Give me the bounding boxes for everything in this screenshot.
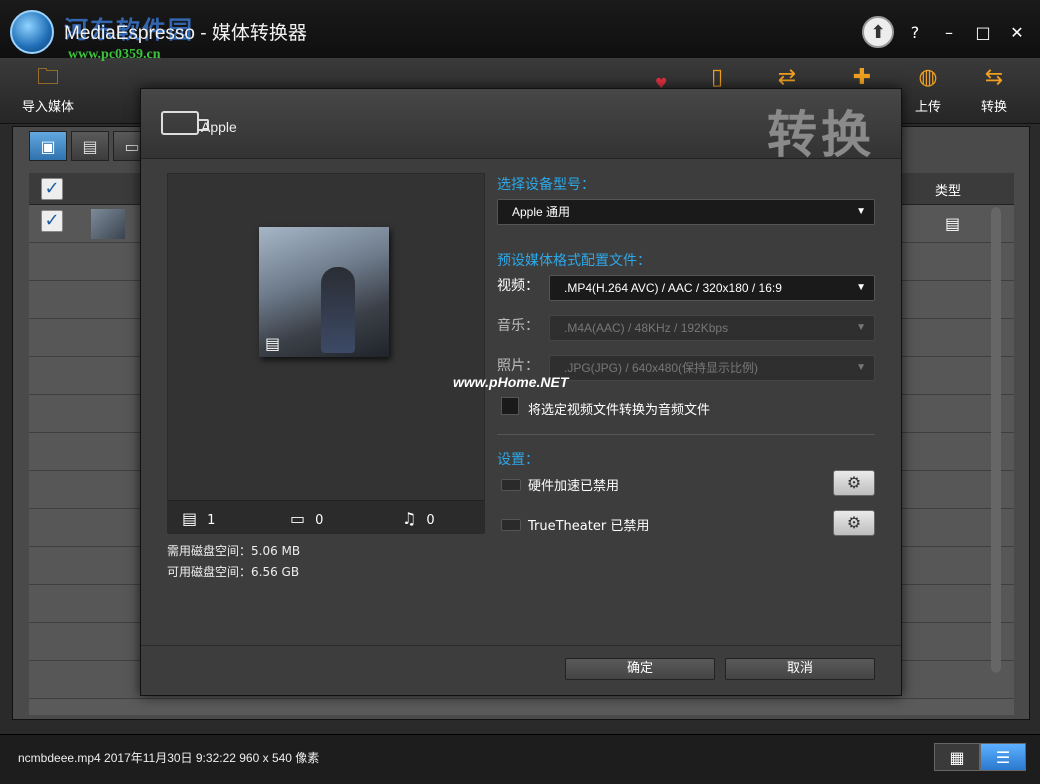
music-note-icon: ♫ xyxy=(402,509,417,528)
view-mode-switch: ▦ ☰ xyxy=(934,743,1026,771)
music-label: 音乐： xyxy=(497,318,539,334)
photo-count: ▭ 0 xyxy=(290,509,323,528)
device-model-label: 选择设备型号： xyxy=(497,177,595,193)
minimize-button[interactable]: – xyxy=(936,19,962,45)
photo-count-icon: ▭ xyxy=(290,509,306,528)
device-name: Apple xyxy=(201,119,237,135)
preview-panel: ▤ ▤ 1 ▭ 0 ♫ 0 xyxy=(167,173,485,534)
video-count-value: 1 xyxy=(207,513,216,528)
disk-info: 需用磁盘空间：5.06 MB 可用磁盘空间：6.56 GB xyxy=(167,541,300,583)
apple-device-icon xyxy=(161,111,209,135)
music-profile-value: .M4A(AAC) / 48KHz / 192Kbps xyxy=(564,321,729,335)
preview-thumbnail: ▤ xyxy=(259,227,389,357)
watermark-phome: www.pHome.NET xyxy=(453,374,569,390)
gear-icon: ⚙ xyxy=(846,513,862,532)
convert-to-audio-label: 将选定视频文件转换为音频文件 xyxy=(528,403,711,418)
section-divider xyxy=(497,434,875,435)
video-profile-select[interactable]: .MP4(H.264 AVC) / AAC / 320x180 / 16:9 ▼ xyxy=(549,275,875,301)
chevron-down-icon: ▼ xyxy=(856,362,866,373)
convert-to-audio-checkbox[interactable] xyxy=(501,397,519,415)
list-view-icon[interactable]: ☰ xyxy=(980,743,1026,771)
dialog-header: Apple 转换 xyxy=(141,89,901,164)
watermark-url: www.pc0359.cn xyxy=(68,47,161,62)
convert-dialog: Apple 转换 ▤ ▤ 1 ▭ 0 ♫ 0 需用磁盘空间：5.06 MB 可用磁盘空… xyxy=(140,88,902,696)
help-button[interactable]: ? xyxy=(902,19,928,45)
video-label: 视频： xyxy=(497,278,539,294)
item-checkbox[interactable]: ✓ xyxy=(41,210,63,232)
chevron-down-icon: ▼ xyxy=(856,322,866,333)
disk-required: 需用磁盘空间：5.06 MB xyxy=(167,544,301,558)
footer-divider xyxy=(141,645,901,646)
video-profile-value: .MP4(H.264 AVC) / AAC / 320x180 / 16:9 xyxy=(564,281,782,295)
select-all-checkbox[interactable]: ✓ xyxy=(41,178,63,200)
type-column-header: 类型 xyxy=(935,184,962,199)
photo-label: 照片： xyxy=(497,358,539,374)
upload-label: 上传 xyxy=(914,100,941,115)
preset-label: 预设媒体格式配置文件： xyxy=(497,253,651,269)
photo-profile-select: .JPG(JPG) / 640x480(保持显示比例) ▼ xyxy=(549,355,875,381)
app-title: MediaEspresso - 媒体转换器 xyxy=(64,23,307,44)
video-count: ▤ 1 xyxy=(182,509,215,528)
hw-accel-label: 硬件加速已禁用 xyxy=(528,479,620,494)
gear-icon: ⚙ xyxy=(846,473,862,492)
scrollbar-thumb[interactable] xyxy=(991,207,1001,673)
list-scrollbar[interactable] xyxy=(991,207,1001,673)
tab-all-media[interactable]: ▣ xyxy=(29,131,67,161)
media-filter-tabs: ▣ ▤ ▭ xyxy=(29,131,151,161)
cancel-button[interactable]: 取消 xyxy=(725,658,875,680)
preview-figure xyxy=(321,267,355,353)
video-count-icon: ▤ xyxy=(182,509,198,528)
import-media-label: 导入媒体 xyxy=(21,100,74,115)
upload-button[interactable]: ◍ 上传 xyxy=(896,62,960,120)
photo-count-value: 0 xyxy=(315,513,324,528)
hw-accel-settings-button[interactable]: ⚙ xyxy=(833,470,875,496)
ok-button[interactable]: 确定 xyxy=(565,658,715,680)
media-counts: ▤ 1 ▭ 0 ♫ 0 xyxy=(168,500,484,534)
globe-upload-icon: ◍ xyxy=(918,65,938,90)
device-model-value: Apple 通用 xyxy=(512,205,571,219)
truetheater-settings-button[interactable]: ⚙ xyxy=(833,510,875,536)
import-media-button[interactable]: 🗀 导入媒体 xyxy=(16,62,80,120)
film-icon: ▤ xyxy=(265,334,281,353)
settings-label: 设置： xyxy=(497,452,539,468)
status-bar: ncmbdeee.mp4 2017年11月30日 9:32:22 960 x 5… xyxy=(0,734,1040,784)
music-count-value: 0 xyxy=(426,513,435,528)
grid-view-icon[interactable]: ▦ xyxy=(934,743,980,771)
dialog-title: 转换 xyxy=(767,106,875,164)
update-arrow-icon[interactable]: ⬆ xyxy=(862,16,894,48)
chevron-down-icon: ▼ xyxy=(856,282,866,293)
convert-label: 转换 xyxy=(980,100,1007,115)
selected-file-info: ncmbdeee.mp4 2017年11月30日 9:32:22 960 x 5… xyxy=(18,751,320,765)
photo-profile-value: .JPG(JPG) / 640x480(保持显示比例) xyxy=(564,361,759,375)
window-controls: ⬆ ? – □ ✕ xyxy=(862,16,1030,48)
media-thumbnail xyxy=(91,209,125,239)
hw-accel-toggle[interactable] xyxy=(501,479,521,491)
music-profile-select: .M4A(AAC) / 48KHz / 192Kbps ▼ xyxy=(549,315,875,341)
truetheater-label: TrueTheater 已禁用 xyxy=(528,519,650,534)
import-folder-icon: 🗀 xyxy=(36,65,59,90)
tab-video[interactable]: ▤ xyxy=(71,131,109,161)
maximize-button[interactable]: □ xyxy=(970,19,996,45)
convert-button[interactable]: ⇆ 转换 xyxy=(962,62,1026,120)
close-button[interactable]: ✕ xyxy=(1004,19,1030,45)
video-type-icon: ▤ xyxy=(945,214,961,233)
truetheater-toggle[interactable] xyxy=(501,519,521,531)
app-logo-icon xyxy=(10,10,54,54)
device-model-select[interactable]: Apple 通用 ▼ xyxy=(497,199,875,225)
music-count: ♫ 0 xyxy=(402,509,435,528)
chevron-down-icon: ▼ xyxy=(856,206,866,217)
convert-arrows-icon: ⇆ xyxy=(984,65,1004,90)
disk-available: 可用磁盘空间：6.56 GB xyxy=(167,565,300,579)
